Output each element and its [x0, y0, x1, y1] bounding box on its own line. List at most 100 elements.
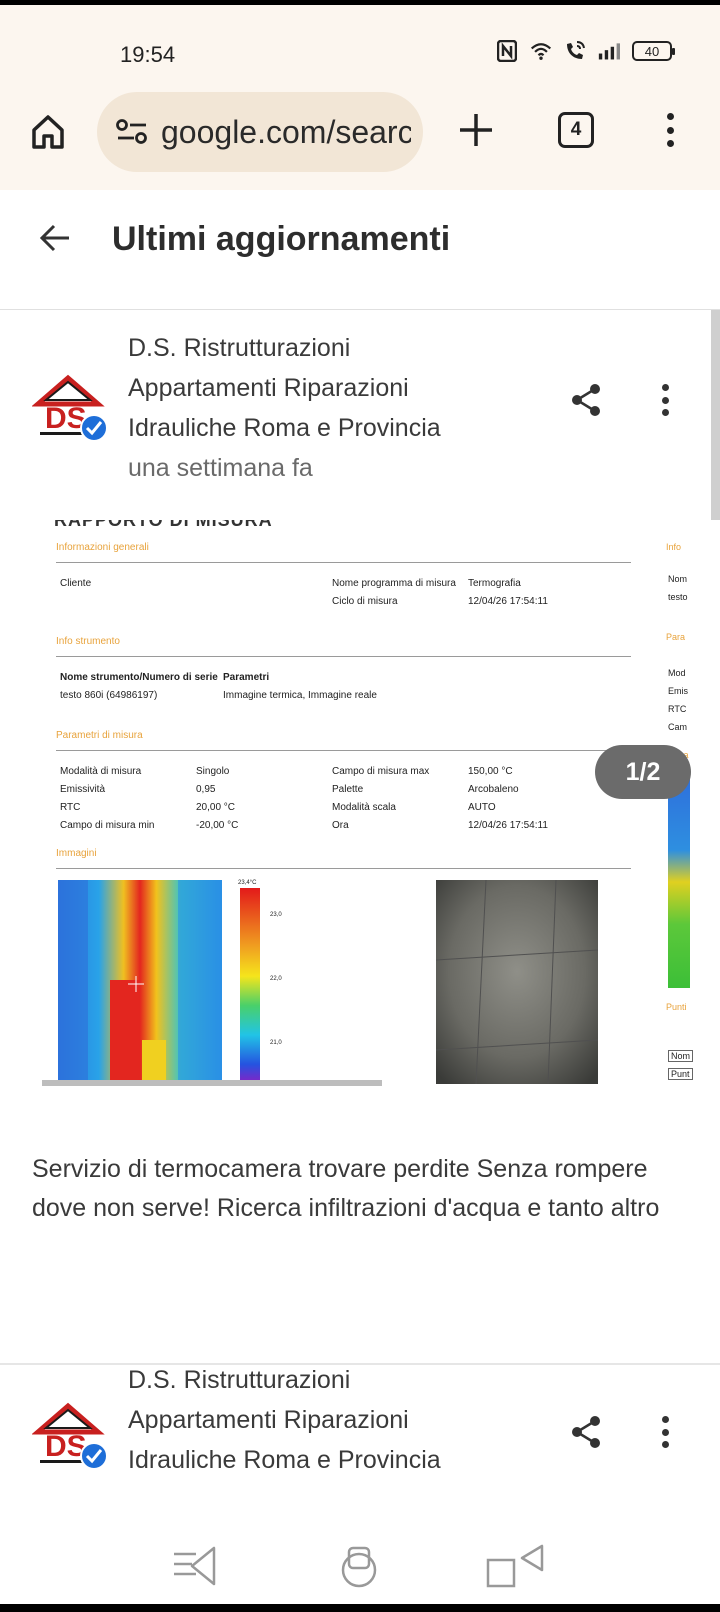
report-title: RAPPORTO DI MISURA: [54, 520, 273, 530]
report-label: RTC: [60, 802, 81, 813]
company-logo: DS: [31, 374, 108, 442]
next-report-image[interactable]: Info Nom testo Para Mod Emis RTC Cam Imm…: [666, 520, 720, 1120]
post-description: Servizio di termocamera trovare perdite …: [32, 1155, 660, 1222]
system-nav-bar: [0, 1520, 720, 1612]
avatar[interactable]: DS: [31, 370, 112, 450]
recents-button[interactable]: [170, 1542, 220, 1592]
report-label: Campo di misura min: [60, 820, 155, 831]
real-photo: [436, 880, 598, 1084]
share-button[interactable]: [568, 382, 604, 418]
scale-label: 22,0: [270, 976, 282, 982]
report-divider: [56, 750, 631, 751]
report-label: Nome strumento/Numero di serie: [60, 672, 218, 683]
browser-toolbar: google.com/search 4: [0, 92, 720, 172]
report-value: Immagine termica, Immagine reale: [223, 690, 377, 701]
author-line: Idrauliche Roma e Provincia: [128, 1446, 441, 1474]
report-label: testo: [668, 592, 688, 602]
back-nav-button[interactable]: [486, 1542, 544, 1592]
site-settings-icon[interactable]: [115, 117, 149, 147]
report-divider: [56, 868, 631, 869]
post-author[interactable]: D.S. Ristrutturazioni Appartamenti Ripar…: [128, 328, 488, 488]
share-icon: [572, 1416, 600, 1448]
report-section: Info: [666, 542, 682, 552]
post-more-button[interactable]: [655, 382, 675, 418]
report-value: 150,00 °C: [468, 766, 513, 777]
report-value: 12/04/26 17:54:11: [468, 596, 548, 607]
author-line: Idrauliche Roma e Provincia: [128, 414, 441, 442]
thermal-image: [58, 880, 222, 1084]
report-label: RTC: [668, 704, 687, 714]
screen-top-edge: [0, 0, 720, 5]
temperature-scale: [240, 888, 260, 1084]
menu-dot: [666, 126, 674, 134]
update-post: DS D.S. Ristrutturazioni Appartamenti Ri…: [0, 330, 720, 1360]
url-bar[interactable]: google.com/search: [97, 92, 423, 172]
share-icon: [572, 384, 600, 416]
report-divider: [56, 562, 631, 563]
post-more-button[interactable]: [655, 1414, 675, 1450]
url-text[interactable]: google.com/search: [161, 114, 411, 151]
menu-dot: [661, 1416, 669, 1423]
scale-label: 23,4°C: [238, 880, 257, 886]
nfc-icon: [496, 40, 518, 62]
menu-dot: [661, 409, 669, 416]
new-tab-button[interactable]: [456, 110, 496, 150]
report-value: -20,00 °C: [196, 820, 239, 831]
image-carousel[interactable]: RAPPORTO DI MISURA Informazioni generali…: [30, 520, 720, 1120]
menu-dot: [661, 1428, 669, 1436]
avatar[interactable]: DS: [31, 1398, 112, 1478]
next-thermal-strip: [668, 776, 690, 988]
report-label: Emis: [668, 686, 688, 696]
report-label: Cliente: [60, 578, 92, 589]
report-section: Parametri di misura: [56, 730, 143, 741]
home-icon: [32, 115, 64, 149]
menu-dot: [666, 140, 674, 147]
update-post: DS D.S. Ristrutturazioni Appartamenti Ri…: [0, 1366, 720, 1520]
report-label: Mod: [668, 668, 686, 678]
scale-label: 21,0: [270, 1040, 282, 1046]
scale-label: 23,0: [270, 912, 282, 918]
post-author[interactable]: D.S. Ristrutturazioni Appartamenti Ripar…: [128, 1360, 488, 1480]
status-icons: 40: [496, 40, 675, 62]
screen-bottom-edge: [0, 1604, 720, 1612]
tabs-button[interactable]: 4: [558, 112, 594, 148]
report-label: Parametri: [223, 672, 270, 683]
report-label: Nome programma di misura: [332, 578, 456, 589]
recents-icon: [174, 1546, 216, 1586]
report-divider: [56, 656, 631, 657]
image-counter-badge: 1/2: [595, 745, 691, 799]
report-label: Modalità scala: [332, 802, 396, 813]
report-label: Campo di misura max: [332, 766, 430, 777]
home-nav-button[interactable]: [335, 1542, 385, 1592]
battery-icon: 40: [632, 41, 675, 61]
report-section: Immagini: [56, 848, 97, 859]
post-time: una settimana fa: [128, 454, 313, 482]
report-label: Emissività: [60, 784, 106, 795]
back-icon: [486, 1544, 544, 1588]
browser-menu-button[interactable]: [660, 110, 680, 150]
menu-dot: [661, 384, 669, 391]
page-header: Ultimi aggiornamenti: [0, 190, 720, 310]
report-value: testo 860i (64986197): [60, 690, 158, 701]
report-value: 12/04/26 17:54:11: [468, 820, 548, 831]
report-label: Cam: [668, 722, 688, 732]
report-label: Modalità di misura: [60, 766, 142, 777]
home-circle-icon: [341, 1546, 377, 1588]
report-label: Punt: [668, 1068, 693, 1080]
home-button[interactable]: [28, 112, 68, 152]
company-logo: DS: [31, 1402, 108, 1470]
report-label: Ora: [332, 820, 349, 831]
author-line: D.S. Ristrutturazioni: [128, 1366, 351, 1394]
measurement-report-image[interactable]: RAPPORTO DI MISURA Informazioni generali…: [30, 520, 650, 1120]
signal-icon: [598, 40, 620, 62]
menu-dot: [666, 113, 674, 120]
wifi-call-icon: [564, 40, 586, 62]
back-button[interactable]: [38, 220, 74, 256]
share-button[interactable]: [568, 1414, 604, 1450]
report-section: Info strumento: [56, 636, 120, 647]
report-label: Ciclo di misura: [332, 596, 398, 607]
page-title: Ultimi aggiornamenti: [112, 220, 451, 258]
report-value: Termografia: [468, 578, 521, 589]
report-value: Singolo: [196, 766, 230, 777]
menu-dot: [661, 1441, 669, 1448]
